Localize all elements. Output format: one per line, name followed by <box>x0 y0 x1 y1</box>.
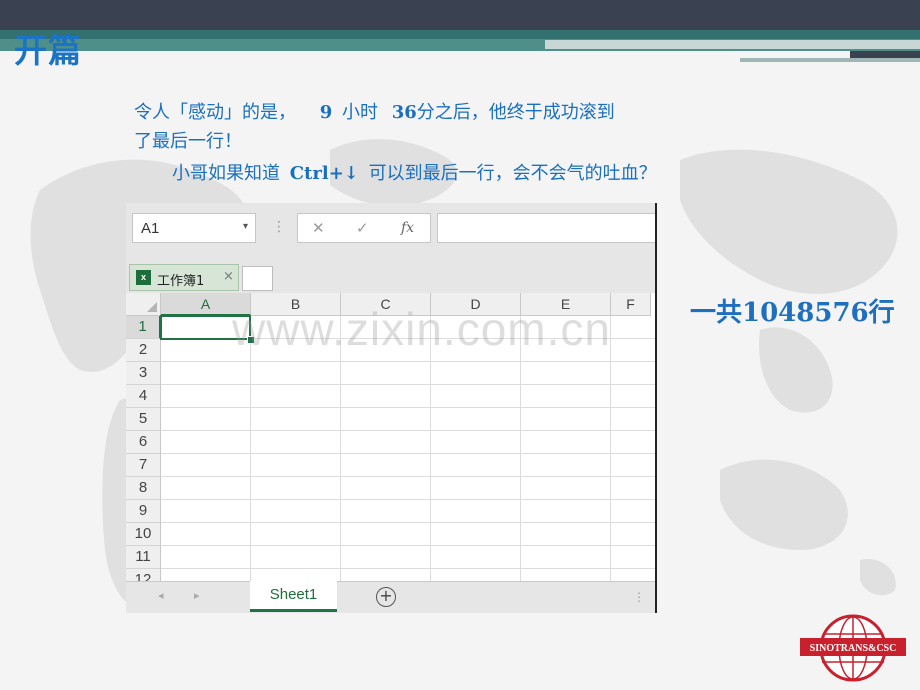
text-fragment: 可以到最后一行，会不会气的吐血？ <box>368 163 657 184</box>
text-number: 9 <box>319 102 333 123</box>
row-header-9[interactable]: 9 <box>126 500 161 523</box>
text-line-2: 了最后一行！ <box>134 131 242 152</box>
text-line-3: 小哥如果知道 Ctrl+↓ 可以到最后一行，会不会气的吐血？ <box>172 159 657 185</box>
header-line <box>740 58 920 62</box>
formula-bar-input[interactable] <box>437 213 656 243</box>
grid-line <box>161 453 656 454</box>
grid-line <box>161 499 656 500</box>
row-header-1[interactable]: 1 <box>126 316 161 339</box>
row-header-3[interactable]: 3 <box>126 362 161 385</box>
column-header-f[interactable]: F <box>611 293 651 316</box>
text-fragment: 小时 <box>342 102 378 123</box>
cancel-icon[interactable]: ✕ <box>312 219 325 237</box>
chevron-right-icon[interactable]: ▸ <box>194 589 200 602</box>
grid-line <box>340 316 341 583</box>
plus-icon[interactable]: + <box>376 587 396 607</box>
sinotrans-logo: SINOTRANS&CSC <box>800 614 906 682</box>
select-all-icon <box>147 302 157 312</box>
sheet-tab[interactable]: Sheet1 <box>250 581 337 612</box>
workbook-tab-label: 工作簿1 <box>157 274 205 289</box>
text-fragment: 分之后，他终于成功滚到 <box>416 102 615 123</box>
crop-edge <box>655 203 657 613</box>
header-stripe <box>0 30 920 39</box>
new-workbook-button[interactable] <box>242 266 273 291</box>
shortcut-key: Ctrl+↓ <box>289 163 359 184</box>
watermark: www.zixin.com.cn <box>232 303 611 355</box>
grid-line <box>161 407 656 408</box>
grid-line <box>161 568 656 569</box>
slide-title: 开篇 <box>14 31 82 70</box>
excel-window: A1 ▾ ⋮ ✕ ✓ fx x 工作簿1 × A B C D E F 1 2 3 4 5 6 7 8 9 10… <box>126 203 656 613</box>
svg-text:SINOTRANS&CSC: SINOTRANS&CSC <box>810 643 897 654</box>
row-header-4[interactable]: 4 <box>126 385 161 408</box>
name-box-value: A1 <box>141 220 160 237</box>
chevron-down-icon[interactable]: ▾ <box>243 221 248 232</box>
header-stripe-light <box>545 40 920 49</box>
close-icon[interactable]: × <box>223 269 234 284</box>
row-header-2[interactable]: 2 <box>126 339 161 362</box>
grid-line <box>161 522 656 523</box>
grid-line <box>161 430 656 431</box>
grid-line <box>430 316 431 583</box>
grid-line <box>161 476 656 477</box>
grid-line <box>520 316 521 583</box>
select-all-corner[interactable] <box>126 293 161 316</box>
workbook-tab[interactable]: x 工作簿1 × <box>129 264 239 291</box>
text-line-1: 令人「感动」的是， 9 小时 36分之后，他终于成功滚到 <box>134 98 615 124</box>
grid-line <box>250 316 251 583</box>
text-fragment: 令人「感动」的是， <box>134 102 296 123</box>
header-band <box>0 0 920 30</box>
chevron-left-icon[interactable]: ◂ <box>158 589 164 602</box>
row-count-note: 一共1048576行 <box>690 298 895 328</box>
row-header-6[interactable]: 6 <box>126 431 161 454</box>
name-box[interactable]: A1 ▾ <box>132 213 256 243</box>
more-vertical-icon[interactable]: ⋮ <box>633 590 645 604</box>
more-vertical-icon: ⋮ <box>272 219 286 235</box>
row-header-10[interactable]: 10 <box>126 523 161 546</box>
insert-function-icon[interactable]: fx <box>401 220 414 236</box>
grid-line <box>161 384 656 385</box>
row-header-11[interactable]: 11 <box>126 546 161 569</box>
sheet-bar: ◂ ▸ Sheet1 + ⋮ <box>126 581 656 613</box>
grid-line <box>161 545 656 546</box>
row-header-7[interactable]: 7 <box>126 454 161 477</box>
check-icon[interactable]: ✓ <box>356 219 369 237</box>
grid-line <box>161 361 656 362</box>
row-header-5[interactable]: 5 <box>126 408 161 431</box>
row-header-8[interactable]: 8 <box>126 477 161 500</box>
text-fragment: 小哥如果知道 <box>172 163 280 184</box>
formula-buttons: ✕ ✓ fx <box>297 213 431 243</box>
excel-file-icon: x <box>136 270 151 285</box>
text-number: 36 <box>391 102 417 123</box>
grid-line <box>610 316 611 583</box>
